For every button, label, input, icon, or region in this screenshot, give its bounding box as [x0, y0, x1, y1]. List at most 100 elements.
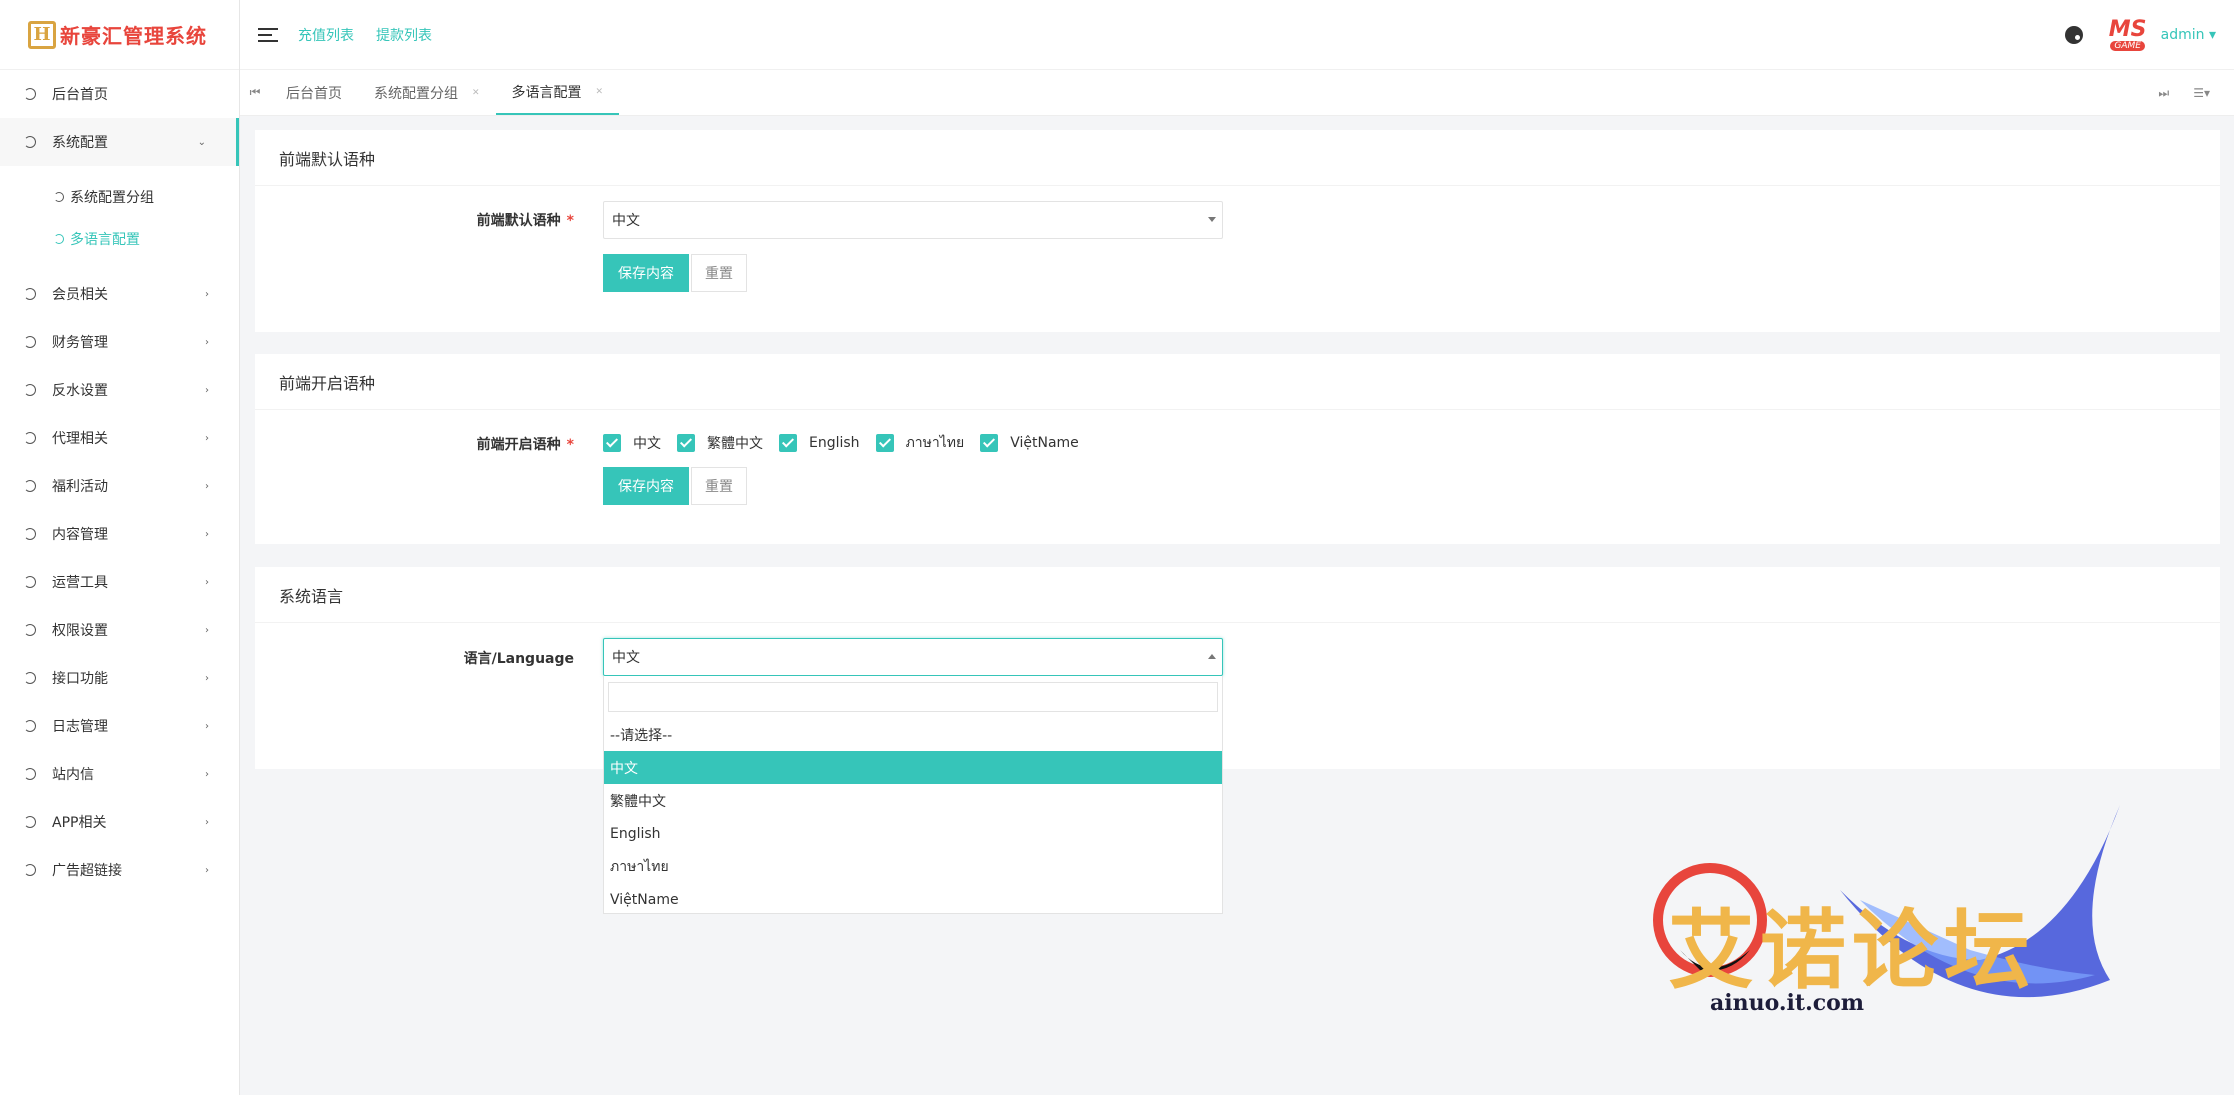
sidebar-item-ad-links[interactable]: 广告超链接 › — [0, 846, 239, 894]
top-header: 充值列表 提款列表 MS GAME admin ▾ — [240, 0, 2234, 70]
dropdown-option-vi[interactable]: ViệtName — [604, 883, 1222, 916]
checkbox-label: ViệtName — [1010, 435, 1079, 451]
sidebar-item-logs[interactable]: 日志管理 › — [0, 702, 239, 750]
sidebar-subitem-config-group[interactable]: 系统配置分组 — [0, 176, 239, 218]
chevron-right-icon: › — [205, 480, 209, 492]
circle-icon — [54, 234, 64, 244]
avatar-text: MS — [2108, 17, 2147, 42]
dropdown-option-placeholder[interactable]: --请选择-- — [604, 718, 1222, 751]
checkbox-label: 繁體中文 — [707, 436, 763, 452]
circle-icon — [24, 720, 36, 732]
tab-label: 系统配置分组 — [374, 85, 458, 102]
sidebar: H 新豪汇管理系统 后台首页 系统配置 ⌄ 系统配置分组 多语言配置 会员相关 ›… — [0, 0, 240, 1095]
avatar[interactable]: MS GAME — [2103, 15, 2153, 55]
sidebar-item-label: 反水设置 — [52, 383, 108, 399]
checkbox-th[interactable]: ภาษาไทย — [875, 432, 965, 454]
sidebar-item-label: 会员相关 — [52, 287, 108, 303]
system-language-label: 语言/Language — [463, 651, 574, 667]
save-button[interactable]: 保存内容 — [603, 254, 689, 292]
tab-multilang[interactable]: 多语言配置 ✕ — [495, 70, 620, 115]
checkbox-en[interactable]: English — [779, 434, 860, 452]
page-tabs: ⏮ 后台首页 系统配置分组 ✕ 多语言配置 ✕ ⏭ ☰▾ — [240, 70, 2234, 116]
save-button[interactable]: 保存内容 — [603, 467, 689, 505]
required-mark: * — [566, 213, 574, 229]
menu-toggle-icon[interactable] — [258, 24, 278, 46]
withdraw-list-link[interactable]: 提款列表 — [376, 25, 432, 45]
circle-icon — [24, 528, 36, 540]
sidebar-item-promotions[interactable]: 福利活动 › — [0, 462, 239, 510]
sidebar-item-label: APP相关 — [52, 815, 107, 831]
dropdown-option-zh-tw[interactable]: 繁體中文 — [604, 784, 1222, 817]
circle-icon — [24, 768, 36, 780]
user-menu[interactable]: admin ▾ — [2161, 27, 2216, 43]
tab-label: 后台首页 — [286, 85, 342, 102]
dropdown-option-en[interactable]: English — [604, 817, 1222, 850]
tabs-right: ⏭ ☰▾ — [2158, 70, 2234, 116]
circle-icon — [24, 136, 36, 148]
caret-down-icon: ▾ — [2208, 27, 2216, 43]
language-checkboxes: 中文 繁體中文 English ภาษาไทย ViệtName — [603, 432, 1095, 454]
recharge-list-link[interactable]: 充值列表 — [298, 25, 354, 45]
sidebar-subitem-multilang[interactable]: 多语言配置 — [0, 218, 239, 260]
tab-label: 多语言配置 — [511, 84, 582, 101]
sidebar-subitem-label: 系统配置分组 — [70, 190, 154, 206]
sidebar-item-content[interactable]: 内容管理 › — [0, 510, 239, 558]
chevron-right-icon: › — [205, 768, 209, 780]
circle-icon — [24, 864, 36, 876]
sidebar-item-ops-tools[interactable]: 运营工具 › — [0, 558, 239, 606]
chevron-right-icon: › — [205, 336, 209, 348]
logo[interactable]: H 新豪汇管理系统 — [0, 0, 239, 70]
chevron-right-icon: › — [205, 432, 209, 444]
chevron-right-icon: › — [205, 288, 209, 300]
tab-menu-icon[interactable]: ☰▾ — [2193, 86, 2210, 100]
sidebar-item-members[interactable]: 会员相关 › — [0, 270, 239, 318]
system-language-panel: 系统语言 语言/Language 中文 — [255, 567, 2220, 769]
system-language-select[interactable]: 中文 — [603, 638, 1223, 676]
label-text: 前端默认语种 — [476, 213, 561, 229]
sidebar-item-label: 系统配置 — [52, 135, 108, 151]
chevron-right-icon: › — [205, 720, 209, 732]
checkbox-vi[interactable]: ViệtName — [980, 434, 1079, 452]
logo-mark: H — [28, 20, 56, 49]
sidebar-item-app[interactable]: APP相关 › — [0, 798, 239, 846]
dropdown-search-input[interactable] — [608, 682, 1218, 712]
sidebar-item-messages[interactable]: 站内信 › — [0, 750, 239, 798]
reset-button[interactable]: 重置 — [691, 254, 747, 292]
tab-config-group[interactable]: 系统配置分组 ✕ — [358, 70, 496, 115]
chevron-right-icon: › — [205, 624, 209, 636]
sidebar-item-agents[interactable]: 代理相关 › — [0, 414, 239, 462]
default-language-select[interactable]: 中文 — [603, 201, 1223, 239]
close-icon[interactable]: ✕ — [596, 87, 604, 97]
tab-scroll-right-icon[interactable]: ⏭ — [2158, 86, 2169, 101]
enabled-languages-label: 前端开启语种 * — [255, 434, 574, 454]
sidebar-item-system-config[interactable]: 系统配置 ⌄ — [0, 118, 239, 166]
reset-button[interactable]: 重置 — [691, 467, 747, 505]
chevron-right-icon: › — [205, 576, 209, 588]
sidebar-item-finance[interactable]: 财务管理 › — [0, 318, 239, 366]
sidebar-item-label: 运营工具 — [52, 575, 108, 591]
checkbox-label: ภาษาไทย — [905, 435, 965, 451]
brand-title: 新豪汇管理系统 — [60, 24, 207, 48]
checkbox-zh-tw[interactable]: 繁體中文 — [677, 433, 763, 453]
palette-icon[interactable] — [2064, 26, 2083, 44]
checkbox-label: 中文 — [633, 436, 661, 452]
sidebar-item-api[interactable]: 接口功能 › — [0, 654, 239, 702]
checkbox-zh[interactable]: 中文 — [603, 433, 661, 453]
chevron-right-icon: › — [205, 864, 209, 876]
dropdown-option-zh[interactable]: 中文 — [604, 751, 1222, 784]
sidebar-item-permissions[interactable]: 权限设置 › — [0, 606, 239, 654]
panel-title: 前端开启语种 — [255, 354, 2220, 410]
tab-home[interactable]: 后台首页 — [270, 70, 358, 115]
sidebar-item-rebate[interactable]: 反水设置 › — [0, 366, 239, 414]
checkbox-label: English — [809, 435, 860, 451]
check-icon — [779, 434, 797, 452]
tab-scroll-left-icon[interactable]: ⏮ — [240, 70, 270, 115]
dropdown-option-th[interactable]: ภาษาไทย — [604, 850, 1222, 883]
username: admin — [2160, 27, 2205, 43]
sidebar-item-home[interactable]: 后台首页 — [0, 70, 239, 118]
select-value: 中文 — [612, 650, 640, 666]
close-icon[interactable]: ✕ — [472, 88, 480, 98]
sidebar-item-label: 代理相关 — [52, 431, 108, 447]
circle-icon — [24, 288, 36, 300]
panel-title: 前端默认语种 — [255, 130, 2220, 186]
